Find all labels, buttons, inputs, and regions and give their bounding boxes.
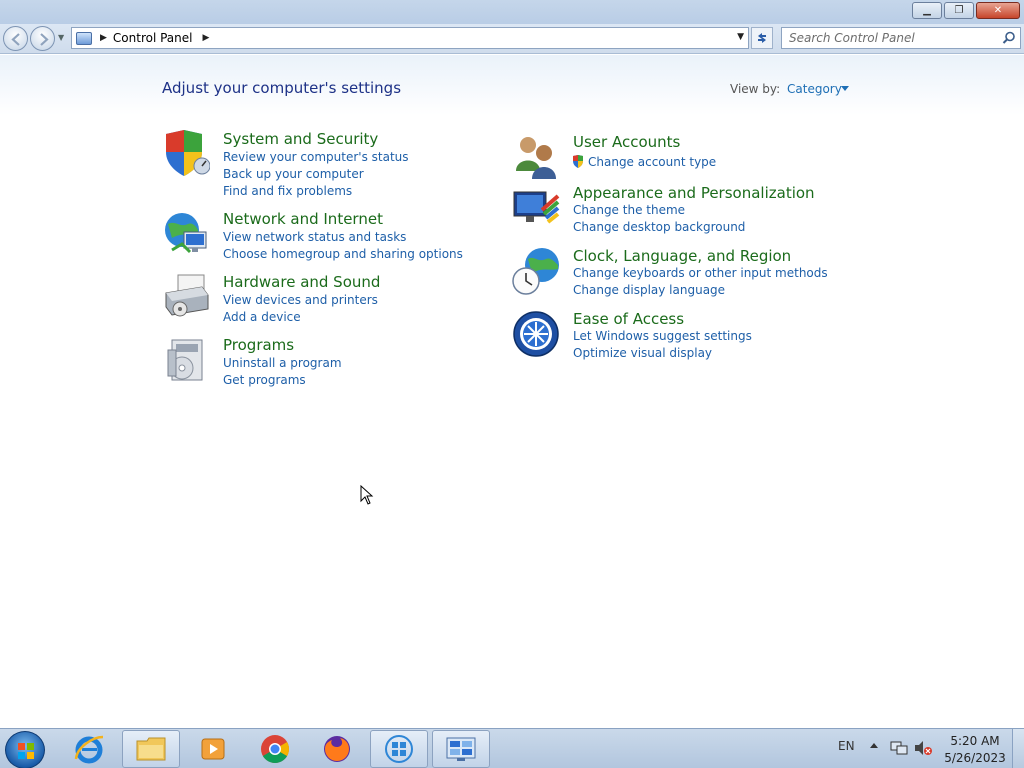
back-arrow-icon xyxy=(11,33,20,46)
taskbar-windows-app[interactable] xyxy=(370,730,428,768)
minimize-button[interactable]: ▁ xyxy=(912,2,942,19)
printer-icon xyxy=(165,274,209,317)
view-by-dropdown[interactable]: Category xyxy=(787,82,842,96)
title-bar: ▁ ❐ ✕ xyxy=(0,0,1024,24)
link-uninstall-program[interactable]: Uninstall a program xyxy=(223,356,342,370)
monitor-paint-icon xyxy=(513,191,560,224)
view-by-label: View by: xyxy=(730,82,781,96)
show-hidden-icons-icon[interactable] xyxy=(870,743,878,748)
category-title[interactable]: Network and Internet xyxy=(223,210,383,228)
control-panel-icon xyxy=(76,31,92,45)
users-icon xyxy=(516,137,556,179)
link-desktop-background[interactable]: Change desktop background xyxy=(573,220,745,234)
link-windows-suggest[interactable]: Let Windows suggest settings xyxy=(573,329,752,343)
search-icon[interactable] xyxy=(1002,31,1016,45)
file-explorer-icon xyxy=(136,737,166,761)
programs-disc-icon xyxy=(167,339,203,381)
search-input[interactable] xyxy=(782,28,992,48)
network-globe-icon xyxy=(165,213,207,254)
mouse-cursor-icon xyxy=(360,485,374,505)
taskbar-media-player[interactable] xyxy=(184,730,242,768)
clock-date: 5/26/2023 xyxy=(944,751,1006,765)
firefox-icon xyxy=(324,736,350,762)
search-box[interactable] xyxy=(781,27,1021,49)
refresh-button[interactable] xyxy=(751,27,773,49)
category-programs: Programs Uninstall a program Get program… xyxy=(162,336,462,388)
link-label[interactable]: Change account type xyxy=(588,155,716,169)
windows-logo-icon xyxy=(18,743,34,759)
category-clock-language: Clock, Language, and Region Change keybo… xyxy=(512,247,832,299)
link-devices-printers[interactable]: View devices and printers xyxy=(223,293,378,307)
link-change-theme[interactable]: Change the theme xyxy=(573,203,685,217)
uac-shield-icon xyxy=(573,155,583,168)
language-indicator[interactable]: EN xyxy=(838,739,855,753)
volume-muted-icon[interactable] xyxy=(914,740,932,756)
internet-explorer-icon xyxy=(74,735,104,764)
chrome-icon xyxy=(261,735,289,763)
category-appearance: Appearance and Personalization Change th… xyxy=(512,184,832,236)
refresh-icon xyxy=(758,33,766,43)
shield-icon xyxy=(166,130,210,176)
clock-globe-icon xyxy=(512,248,559,295)
link-back-up[interactable]: Back up your computer xyxy=(223,167,364,181)
link-find-fix[interactable]: Find and fix problems xyxy=(223,184,352,198)
link-change-account-type[interactable]: Change account type xyxy=(572,155,716,169)
maximize-button[interactable]: ❐ xyxy=(944,2,974,19)
category-title[interactable]: Hardware and Sound xyxy=(223,273,380,291)
clock-time: 5:20 AM xyxy=(950,734,1000,748)
forward-arrow-icon xyxy=(40,33,49,46)
taskbar: EN 5:20 AM 5/26/2023 xyxy=(0,728,1024,768)
link-display-language[interactable]: Change display language xyxy=(573,283,725,297)
taskbar-control-panel[interactable] xyxy=(432,730,490,768)
start-button[interactable] xyxy=(5,731,45,768)
recent-pages-dropdown[interactable]: ▼ xyxy=(58,33,64,42)
taskbar-chrome[interactable] xyxy=(246,730,304,768)
back-button[interactable] xyxy=(3,26,28,51)
link-homegroup[interactable]: Choose homegroup and sharing options xyxy=(223,247,463,261)
category-title[interactable]: User Accounts xyxy=(573,133,680,151)
forward-button[interactable] xyxy=(30,26,55,51)
view-by-caret-icon[interactable] xyxy=(841,86,849,91)
control-panel-icon xyxy=(446,737,476,761)
category-title[interactable]: System and Security xyxy=(223,130,378,148)
system-clock[interactable]: 5:20 AM 5/26/2023 xyxy=(940,733,1010,767)
content-area: Adjust your computer's settings View by:… xyxy=(0,55,1024,728)
page-title: Adjust your computer's settings xyxy=(162,79,402,97)
link-optimize-display[interactable]: Optimize visual display xyxy=(573,346,712,360)
category-user-accounts: User Accounts Change account type xyxy=(512,133,832,181)
address-dropdown-icon[interactable]: ▼ xyxy=(737,32,744,42)
control-panel-window: ▁ ❐ ✕ ▼ ▶ Control Panel ▶ ▼ Adjust your … xyxy=(0,0,1024,728)
breadcrumb-separator-icon[interactable]: ▶ xyxy=(100,33,107,43)
show-desktop-button[interactable] xyxy=(1012,729,1024,768)
category-title[interactable]: Programs xyxy=(223,336,294,354)
category-title[interactable]: Clock, Language, and Region xyxy=(573,247,791,265)
category-title[interactable]: Appearance and Personalization xyxy=(573,184,815,202)
media-player-icon xyxy=(201,738,225,760)
windows-logo-icon xyxy=(385,735,413,763)
navigation-bar: ▼ ▶ Control Panel ▶ ▼ xyxy=(0,24,1024,54)
link-add-device[interactable]: Add a device xyxy=(223,310,301,324)
ease-of-access-icon xyxy=(513,311,559,357)
breadcrumb-control-panel[interactable]: Control Panel xyxy=(113,31,193,45)
link-change-keyboards[interactable]: Change keyboards or other input methods xyxy=(573,266,828,280)
taskbar-file-explorer[interactable] xyxy=(122,730,180,768)
link-network-status[interactable]: View network status and tasks xyxy=(223,230,406,244)
link-get-programs[interactable]: Get programs xyxy=(223,373,306,387)
taskbar-firefox[interactable] xyxy=(308,730,366,768)
network-tray-icon[interactable] xyxy=(890,740,908,756)
category-title[interactable]: Ease of Access xyxy=(573,310,684,328)
category-network-internet: Network and Internet View network status… xyxy=(162,210,463,262)
category-system-security: System and Security Review your computer… xyxy=(162,130,462,200)
address-bar[interactable]: ▶ Control Panel ▶ ▼ xyxy=(71,27,749,49)
taskbar-internet-explorer[interactable] xyxy=(60,730,118,768)
close-button[interactable]: ✕ xyxy=(976,2,1020,19)
breadcrumb-chevron-icon[interactable]: ▶ xyxy=(203,33,210,43)
category-hardware-sound: Hardware and Sound View devices and prin… xyxy=(162,273,462,325)
link-review-status[interactable]: Review your computer's status xyxy=(223,150,409,164)
category-ease-of-access: Ease of Access Let Windows suggest setti… xyxy=(512,310,832,362)
